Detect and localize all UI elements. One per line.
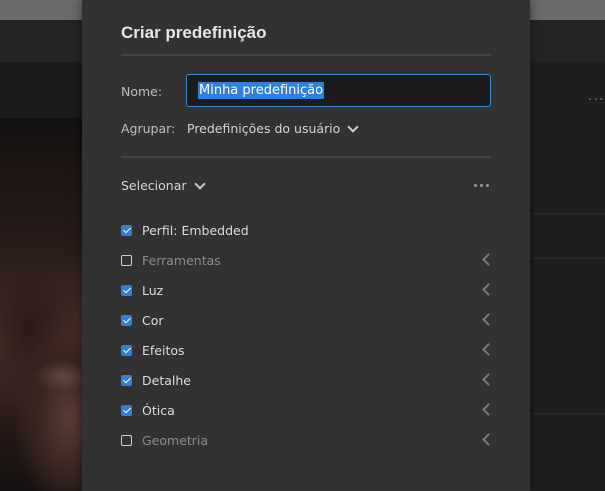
setting-checkbox[interactable]	[121, 284, 132, 296]
setting-row[interactable]: Cor	[121, 310, 495, 330]
setting-label: Detalhe	[142, 372, 191, 388]
setting-label: Perfil: Embedded	[142, 222, 249, 238]
group-label: Agrupar:	[121, 121, 176, 136]
chevron-left-icon[interactable]	[482, 313, 495, 326]
background-panel-divider	[530, 213, 605, 214]
setting-row[interactable]: Perfil: Embedded	[121, 220, 493, 240]
setting-label: Efeitos	[142, 342, 185, 358]
setting-row[interactable]: Ótica	[121, 400, 495, 420]
chevron-down-icon	[193, 177, 206, 190]
setting-checkbox[interactable]	[121, 254, 132, 266]
setting-row[interactable]: Detalhe	[121, 370, 495, 390]
setting-label: Cor	[142, 312, 164, 328]
select-dropdown[interactable]: Selecionar	[121, 177, 206, 193]
create-preset-dialog: Criar predefinição Nome: Minha predefini…	[82, 0, 530, 491]
setting-checkbox[interactable]	[121, 374, 132, 386]
chevron-left-icon[interactable]	[482, 433, 495, 446]
preset-name-value: Minha predefinição	[198, 82, 325, 99]
setting-checkbox[interactable]	[121, 434, 132, 446]
chevron-left-icon[interactable]	[482, 403, 495, 416]
setting-checkbox[interactable]	[121, 224, 132, 236]
setting-row[interactable]: Ferramentas	[121, 250, 495, 270]
setting-label: Geometria	[142, 432, 209, 448]
app-window: ··· Criar predefinição Nome: Minha prede…	[0, 0, 605, 491]
background-panel-divider	[530, 258, 605, 259]
setting-checkbox[interactable]	[121, 404, 132, 416]
setting-checkbox[interactable]	[121, 314, 132, 326]
chevron-left-icon[interactable]	[482, 283, 495, 296]
setting-checkbox[interactable]	[121, 344, 132, 356]
setting-row[interactable]: Luz	[121, 280, 495, 300]
chevron-left-icon[interactable]	[482, 253, 495, 266]
more-options-icon[interactable]	[474, 184, 489, 187]
chevron-left-icon[interactable]	[482, 343, 495, 356]
setting-row[interactable]: Efeitos	[121, 340, 495, 360]
select-dropdown-label: Selecionar	[121, 178, 187, 193]
group-dropdown[interactable]: Predefinições do usuário	[187, 120, 359, 136]
title-divider	[121, 54, 491, 56]
background-right-panel	[530, 62, 605, 491]
dialog-title: Criar predefinição	[121, 23, 267, 42]
background-more-icon: ···	[588, 92, 605, 108]
chevron-left-icon[interactable]	[482, 373, 495, 386]
group-dropdown-value: Predefinições do usuário	[187, 121, 341, 136]
background-photo	[0, 118, 82, 491]
section-divider	[121, 156, 491, 158]
setting-row[interactable]: Geometria	[121, 430, 495, 450]
setting-label: Ferramentas	[142, 252, 221, 268]
chevron-down-icon	[347, 120, 359, 133]
background-panel-divider	[530, 413, 605, 414]
name-label: Nome:	[121, 84, 163, 99]
preset-name-input[interactable]: Minha predefinição	[186, 74, 491, 107]
setting-label: Luz	[142, 282, 164, 298]
setting-label: Ótica	[142, 402, 175, 418]
